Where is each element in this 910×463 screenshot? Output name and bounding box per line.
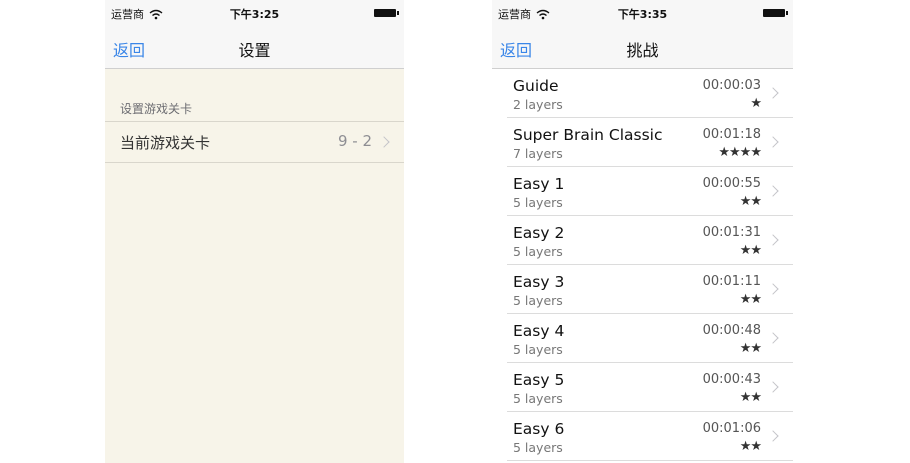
page-title: 设置 (238, 41, 271, 60)
chevron-right-icon (767, 234, 779, 246)
back-button[interactable]: 返回 (113, 37, 145, 61)
star-icon: ★★ (739, 243, 762, 258)
level-row[interactable]: Easy 4 5 layers 00:00:48 ★★ (507, 314, 793, 363)
challenge-screen: 运营商 下午3:35 返回 挑战 Guide 2 layers 00:00:03… (492, 0, 793, 463)
level-row[interactable]: Easy 1 5 layers 00:00:55 ★★ (507, 167, 793, 216)
level-name: Easy 2 (513, 224, 565, 242)
chevron-right-icon (767, 283, 779, 295)
current-level-label: 当前游戏关卡 (120, 134, 211, 152)
level-layers: 5 layers (513, 440, 563, 455)
chevron-right-icon (767, 332, 779, 344)
level-layers: 5 layers (513, 244, 563, 259)
current-level-value: 9 - 2 (337, 132, 372, 150)
level-layers: 5 layers (513, 293, 563, 308)
star-icon: ★★★★ (718, 145, 762, 160)
level-best-time: 00:01:18 (702, 127, 761, 142)
section-header: 设置游戏关卡 (120, 102, 193, 116)
level-list: Guide 2 layers 00:00:03 ★ Super Brain Cl… (492, 69, 793, 461)
battery-icon (763, 9, 788, 17)
page-title: 挑战 (626, 41, 659, 60)
chevron-right-icon (378, 136, 390, 148)
current-level-cell[interactable]: 当前游戏关卡 9 - 2 (105, 121, 404, 163)
navigation-bar: 返回 挑战 (492, 28, 793, 69)
level-name: Easy 4 (513, 322, 565, 340)
level-name: Easy 6 (513, 420, 565, 438)
level-row[interactable]: Easy 5 5 layers 00:00:43 ★★ (507, 363, 793, 412)
level-row[interactable]: Easy 3 5 layers 00:01:11 ★★ (507, 265, 793, 314)
level-layers: 2 layers (513, 97, 563, 112)
level-best-time: 00:00:03 (702, 78, 761, 93)
level-row[interactable]: Easy 2 5 layers 00:01:31 ★★ (507, 216, 793, 265)
level-best-time: 00:00:43 (702, 372, 761, 387)
level-name: Easy 5 (513, 371, 565, 389)
star-icon: ★ (750, 96, 762, 111)
chevron-right-icon (767, 185, 779, 197)
chevron-right-icon (767, 430, 779, 442)
star-icon: ★★ (739, 341, 762, 356)
star-icon: ★★ (739, 194, 762, 209)
status-bar: 运营商 下午3:25 (105, 0, 404, 28)
level-name: Super Brain Classic (513, 126, 663, 144)
level-name: Easy 1 (513, 175, 565, 193)
level-layers: 7 layers (513, 146, 563, 161)
level-row[interactable]: Super Brain Classic 7 layers 00:01:18 ★★… (507, 118, 793, 167)
navigation-bar: 返回 设置 (105, 28, 404, 69)
status-bar: 运营商 下午3:35 (492, 0, 793, 28)
level-row[interactable]: Easy 6 5 layers 00:01:06 ★★ (507, 412, 793, 461)
level-best-time: 00:00:48 (702, 323, 761, 338)
star-icon: ★★ (739, 292, 762, 307)
level-best-time: 00:01:11 (702, 274, 761, 289)
chevron-right-icon (767, 381, 779, 393)
level-layers: 5 layers (513, 195, 563, 210)
chevron-right-icon (767, 87, 779, 99)
chevron-right-icon (767, 136, 779, 148)
status-time: 下午3:25 (229, 8, 280, 21)
level-name: Easy 3 (513, 273, 565, 291)
status-time: 下午3:35 (617, 8, 668, 21)
level-row[interactable]: Guide 2 layers 00:00:03 ★ (507, 69, 793, 118)
level-best-time: 00:01:06 (702, 421, 761, 436)
level-best-time: 00:00:55 (702, 176, 761, 191)
level-layers: 5 layers (513, 391, 563, 406)
battery-icon (374, 9, 399, 17)
back-button[interactable]: 返回 (500, 37, 532, 61)
level-layers: 5 layers (513, 342, 563, 357)
level-name: Guide (513, 77, 559, 95)
level-best-time: 00:01:31 (702, 225, 761, 240)
star-icon: ★★ (739, 390, 762, 405)
settings-screen: 运营商 下午3:25 返回 设置 设置游戏关卡 当前游戏关卡 9 - 2 (105, 0, 404, 463)
star-icon: ★★ (739, 439, 762, 454)
